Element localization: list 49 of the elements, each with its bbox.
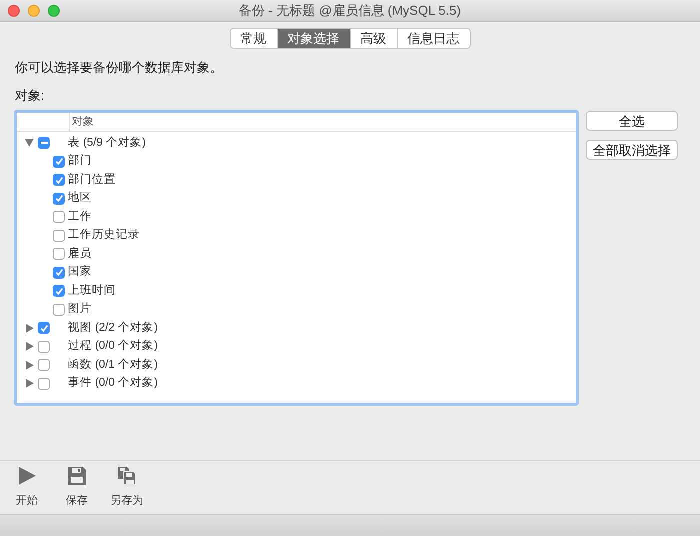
tree-item-label: 事件 (0/0 个对象) — [68, 376, 158, 392]
checkbox[interactable] — [53, 156, 65, 168]
checkbox[interactable] — [53, 211, 65, 224]
collapse-triangle-icon[interactable] — [25, 138, 34, 148]
checkbox[interactable] — [53, 285, 65, 298]
tree-item-label: 表 (5/9 个对象) — [68, 136, 146, 151]
close-button[interactable] — [8, 4, 20, 16]
tree-item-label: 地区 — [68, 190, 92, 206]
tree-item-label: 视图 (2/2 个对象) — [68, 320, 158, 336]
column-header[interactable]: 对象 — [70, 113, 94, 131]
tree-item-label: 函数 (0/1 个对象) — [68, 358, 158, 373]
tree-item-label: 上班时间 — [68, 284, 116, 299]
checkbox[interactable] — [53, 192, 65, 205]
toolbar-button[interactable]: 另存为 — [110, 493, 144, 510]
expand-triangle-icon[interactable] — [25, 342, 34, 352]
checkbox[interactable] — [53, 174, 65, 186]
checkbox[interactable] — [53, 248, 65, 260]
tab[interactable]: 信息日志 — [396, 29, 470, 48]
select-button[interactable]: 全部取消选择 — [586, 140, 678, 160]
checkbox[interactable] — [53, 266, 65, 279]
tree-item-label: 雇员 — [68, 246, 92, 262]
floppy-disks-icon[interactable] — [117, 466, 137, 486]
play-icon[interactable] — [17, 466, 37, 486]
expand-triangle-icon[interactable] — [25, 324, 34, 333]
tree-item-label: 部门位置 — [68, 172, 116, 188]
expand-triangle-icon[interactable] — [25, 379, 34, 388]
expand-triangle-icon[interactable] — [25, 360, 34, 370]
tree-item-label: 工作历史记录 — [68, 228, 140, 244]
instruction-text: 你可以选择要备份哪个数据库对象。 — [15, 59, 223, 77]
objects-label: 对象: — [15, 86, 45, 104]
checkbox[interactable] — [38, 322, 50, 334]
checkbox[interactable] — [38, 340, 50, 353]
checkbox[interactable] — [38, 378, 50, 390]
tree-item-label: 图片 — [68, 302, 92, 318]
tree-item-label: 部门 — [68, 153, 92, 170]
select-button[interactable]: 全选 — [586, 111, 678, 131]
checkbox[interactable] — [38, 137, 50, 150]
zoom-button[interactable] — [48, 4, 60, 16]
checkbox[interactable] — [53, 304, 65, 316]
window-title: 备份 - 无标题 @雇员信息 (MySQL 5.5) — [238, 2, 462, 20]
toolbar-button[interactable]: 开始 — [16, 493, 38, 510]
tab[interactable]: 对象选择 — [276, 29, 350, 48]
minimize-button[interactable] — [28, 4, 40, 16]
toolbar-button[interactable]: 保存 — [66, 493, 88, 510]
tree-item-label: 国家 — [68, 264, 92, 280]
checkbox[interactable] — [38, 359, 50, 372]
tree-item-label: 工作 — [68, 210, 92, 225]
checkbox[interactable] — [53, 230, 65, 242]
tree-item-label: 过程 (0/0 个对象) — [68, 338, 158, 354]
